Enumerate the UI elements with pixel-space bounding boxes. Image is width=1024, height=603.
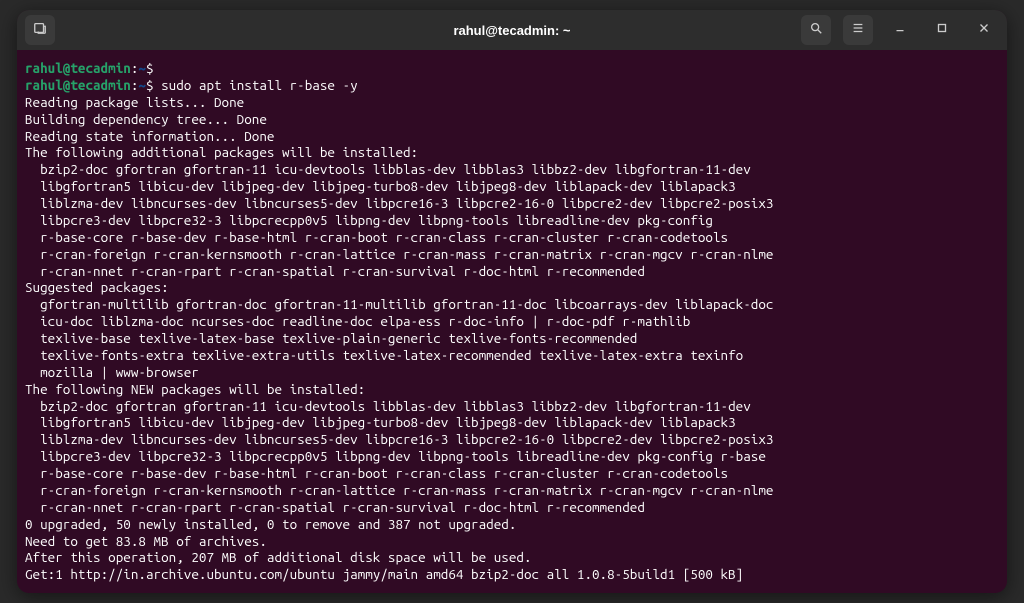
output-line: mozilla | www-browser [25,364,999,381]
command-text: sudo apt install r-base -y [161,77,358,93]
menu-button[interactable] [843,15,873,45]
output-line: Building dependency tree... Done [25,111,999,128]
output-line: r-base-core r-base-dev r-base-html r-cra… [25,465,999,482]
close-button[interactable] [969,15,999,45]
prompt-line-command: rahul@tecadmin:~$ sudo apt install r-bas… [25,77,999,94]
output-line: r-cran-foreign r-cran-kernsmooth r-cran-… [25,246,999,263]
output-line: The following NEW packages will be insta… [25,381,999,398]
titlebar-left [25,15,265,45]
prompt-user-host: rahul@tecadmin [25,60,131,76]
minimize-button[interactable] [885,15,915,45]
hamburger-icon [851,21,865,40]
output-line: liblzma-dev libncurses-dev libncurses5-d… [25,195,999,212]
prompt-line-empty: rahul@tecadmin:~$ [25,60,999,77]
output-line: After this operation, 207 MB of addition… [25,549,999,566]
new-tab-icon [33,21,47,40]
new-tab-button[interactable] [25,15,55,45]
titlebar-right [760,15,1000,45]
output-line: libpcre3-dev libpcre32-3 libpcrecpp0v5 l… [25,448,999,465]
output-line: r-cran-nnet r-cran-rpart r-cran-spatial … [25,499,999,516]
prompt-path: ~ [138,77,146,93]
window-title: rahul@tecadmin: ~ [273,23,752,38]
prompt-dollar: $ [146,77,154,93]
search-icon [809,21,823,40]
output-line: libgfortran5 libicu-dev libjpeg-dev libj… [25,414,999,431]
prompt-user-host: rahul@tecadmin [25,77,131,93]
terminal-window: rahul@tecadmin: ~ [17,10,1007,593]
output-line: Suggested packages: [25,279,999,296]
minimize-icon [893,21,907,40]
close-icon [977,21,991,40]
output-line: texlive-base texlive-latex-base texlive-… [25,330,999,347]
output-line: Get:1 http://in.archive.ubuntu.com/ubunt… [25,566,999,583]
terminal-content[interactable]: rahul@tecadmin:~$rahul@tecadmin:~$ sudo … [17,50,1007,593]
output-line: Reading state information... Done [25,128,999,145]
output-line: r-cran-nnet r-cran-rpart r-cran-spatial … [25,263,999,280]
output-line: libgfortran5 libicu-dev libjpeg-dev libj… [25,178,999,195]
maximize-button[interactable] [927,15,957,45]
prompt-path: ~ [138,60,146,76]
output-line: bzip2-doc gfortran gfortran-11 icu-devto… [25,398,999,415]
output-line: r-cran-foreign r-cran-kernsmooth r-cran-… [25,482,999,499]
titlebar: rahul@tecadmin: ~ [17,10,1007,50]
output-line: texlive-fonts-extra texlive-extra-utils … [25,347,999,364]
prompt-dollar: $ [146,60,154,76]
output-line: libpcre3-dev libpcre32-3 libpcrecpp0v5 l… [25,212,999,229]
output-line: Reading package lists... Done [25,94,999,111]
output-line: r-base-core r-base-dev r-base-html r-cra… [25,229,999,246]
output-line: liblzma-dev libncurses-dev libncurses5-d… [25,431,999,448]
output-line: icu-doc liblzma-doc ncurses-doc readline… [25,313,999,330]
search-button[interactable] [801,15,831,45]
output-line: gfortran-multilib gfortran-doc gfortran-… [25,296,999,313]
output-line: 0 upgraded, 50 newly installed, 0 to rem… [25,516,999,533]
output-line: Need to get 83.8 MB of archives. [25,533,999,550]
output-line: bzip2-doc gfortran gfortran-11 icu-devto… [25,161,999,178]
output-line: The following additional packages will b… [25,144,999,161]
maximize-icon [935,21,949,40]
